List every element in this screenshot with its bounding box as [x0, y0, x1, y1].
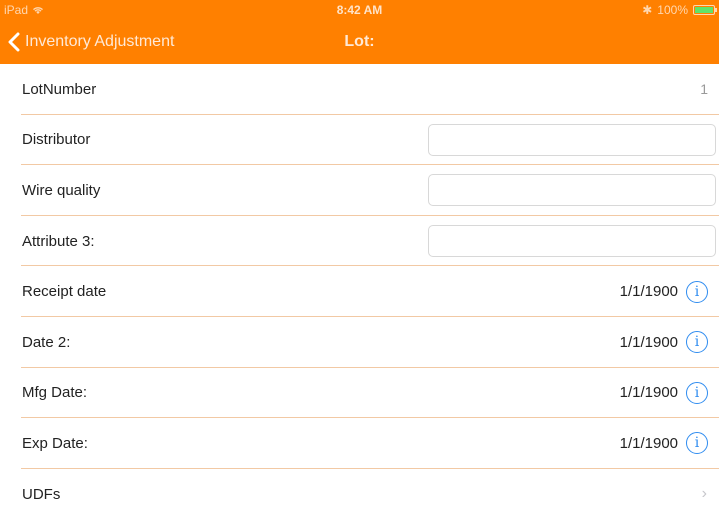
info-icon[interactable]: i: [686, 432, 708, 455]
wire-quality-field[interactable]: [428, 174, 716, 207]
info-icon[interactable]: i: [686, 280, 708, 303]
exp-date-row[interactable]: Exp Date: 1/1/1900 i: [0, 418, 719, 469]
mfg-date-label: Mfg Date:: [22, 384, 88, 402]
navigation-bar: Inventory Adjustment Lot:: [0, 20, 719, 64]
info-icon[interactable]: i: [686, 331, 708, 354]
mfg-date-row[interactable]: Mfg Date: 1/1/1900 i: [0, 368, 719, 419]
info-icon[interactable]: i: [686, 381, 708, 404]
mfg-date-value: 1/1/1900: [619, 384, 678, 402]
bluetooth-icon: ✱: [642, 3, 653, 17]
udfs-label: UDFs: [22, 485, 61, 503]
status-bar: iPad 8:42 AM ✱ 100%: [0, 0, 719, 20]
exp-date-value: 1/1/1900: [619, 434, 678, 452]
receipt-date-row[interactable]: Receipt date 1/1/1900 i: [0, 266, 719, 317]
lot-number-value: 1: [700, 81, 708, 98]
attribute3-label: Attribute 3:: [22, 232, 95, 250]
lot-form: LotNumber 1 Distributor Wire quality Att…: [0, 64, 719, 519]
date2-value-group: 1/1/1900 i: [619, 331, 708, 354]
wire-quality-row: Wire quality: [0, 165, 719, 216]
lot-number-row: LotNumber 1: [0, 64, 719, 115]
exp-date-label: Exp Date:: [22, 434, 88, 452]
mfg-date-value-group: 1/1/1900 i: [619, 381, 708, 404]
status-time: 8:42 AM: [336, 3, 383, 17]
attribute3-row: Attribute 3:: [0, 216, 719, 267]
chevron-right-icon: ›: [701, 485, 707, 503]
distributor-field[interactable]: [428, 123, 716, 156]
page-title: Lot:: [344, 33, 375, 50]
receipt-date-value-group: 1/1/1900 i: [619, 280, 708, 303]
battery-percent: 100%: [657, 3, 688, 17]
distributor-label: Distributor: [22, 131, 91, 149]
exp-date-value-group: 1/1/1900 i: [619, 432, 708, 455]
attribute3-field[interactable]: [428, 225, 716, 258]
lot-number-label: LotNumber: [22, 80, 97, 98]
udfs-row[interactable]: UDFs ›: [0, 469, 719, 519]
receipt-date-value: 1/1/1900: [619, 283, 678, 301]
distributor-row: Distributor: [0, 115, 719, 166]
date2-row[interactable]: Date 2: 1/1/1900 i: [0, 317, 719, 368]
status-right: ✱ 100%: [642, 3, 717, 17]
date2-value: 1/1/1900: [619, 333, 678, 351]
battery-icon: [693, 5, 717, 15]
receipt-date-label: Receipt date: [22, 283, 107, 301]
wire-quality-label: Wire quality: [22, 181, 101, 199]
date2-label: Date 2:: [22, 333, 71, 351]
